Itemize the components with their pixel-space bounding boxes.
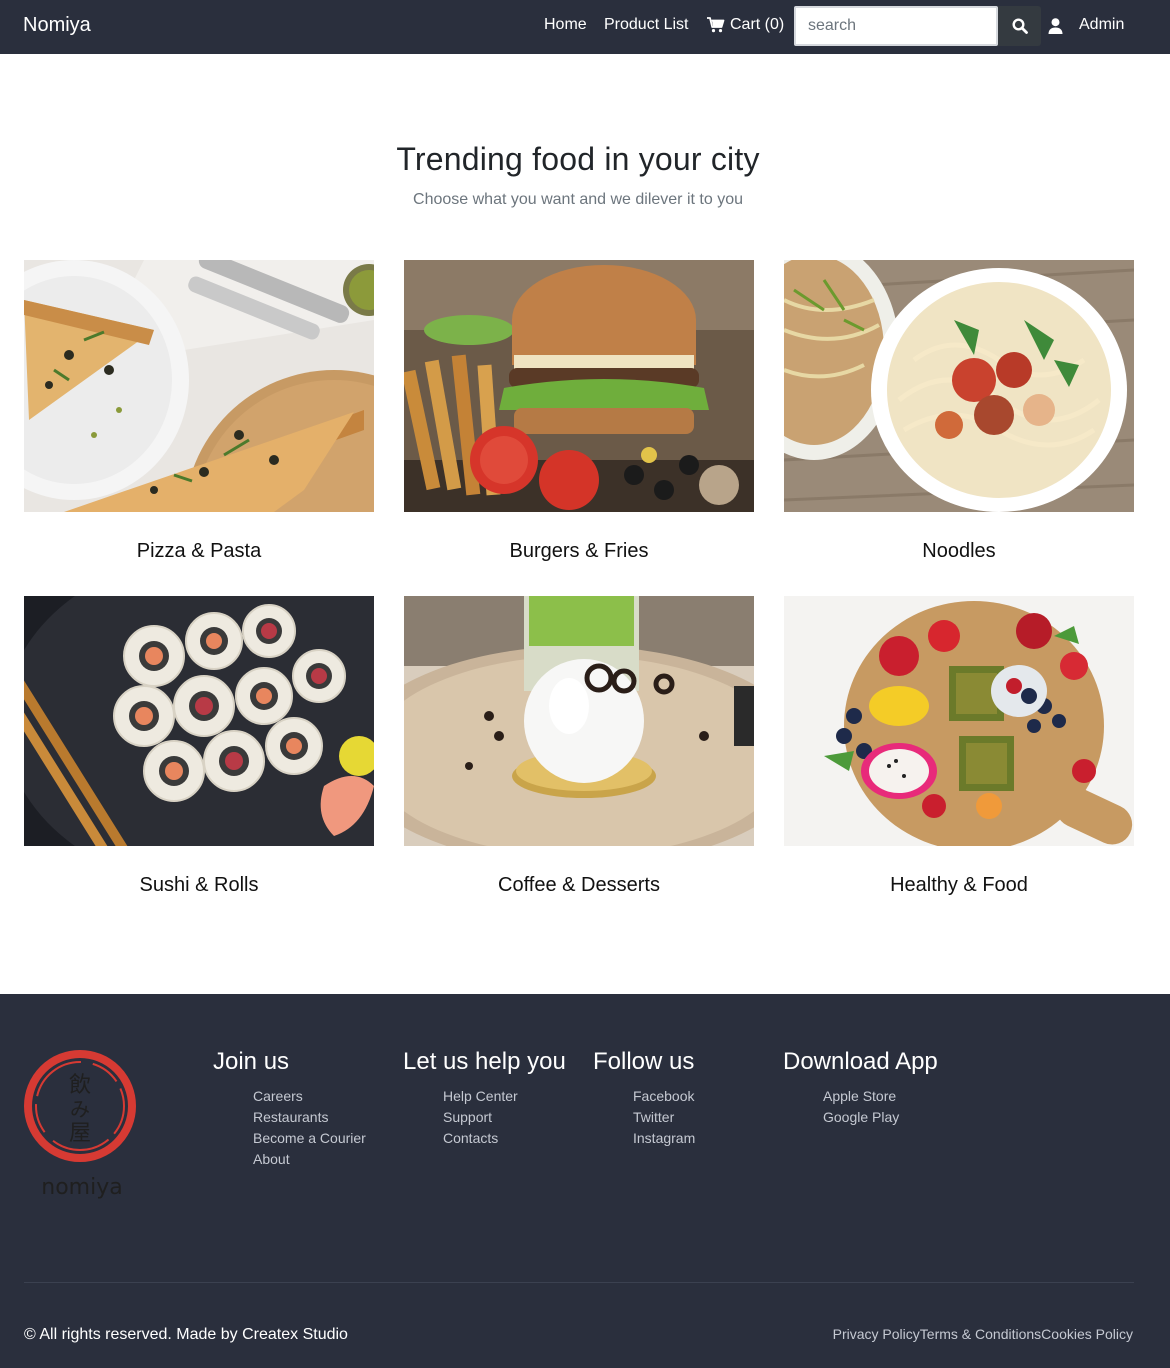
noodles-photo[interactable] <box>784 260 1134 512</box>
footer-heading: Let us help you <box>403 1048 566 1075</box>
terms-link[interactable]: Terms & Conditions <box>920 1326 1041 1342</box>
footer-link-instagram[interactable]: Instagram <box>633 1128 695 1149</box>
category-label[interactable]: Noodles <box>784 540 1134 563</box>
footer-link-help-center[interactable]: Help Center <box>443 1086 566 1107</box>
cart-label: Cart (0) <box>730 16 785 33</box>
footer-link-contacts[interactable]: Contacts <box>443 1128 566 1149</box>
svg-text:屋: 屋 <box>69 1121 91 1146</box>
search-icon <box>1011 18 1028 34</box>
category-label[interactable]: Coffee & Desserts <box>404 874 754 897</box>
site-footer: 飲 み 屋 nomiya Join us Careers Restaurants… <box>0 994 1170 1368</box>
nav-home-link[interactable]: Home <box>544 16 587 34</box>
category-label[interactable]: Burgers & Fries <box>404 540 754 563</box>
brand-link[interactable]: Nomiya <box>23 14 91 37</box>
copyright-text: © All rights reserved. Made by Createx S… <box>24 1326 348 1343</box>
search-input[interactable] <box>794 6 998 46</box>
svg-text:nomiya: nomiya <box>41 1175 122 1200</box>
footer-link-apple-store[interactable]: Apple Store <box>823 1086 938 1107</box>
nav-product-list-link[interactable]: Product List <box>604 16 688 34</box>
category-card-noodles[interactable]: Noodles <box>784 260 1134 562</box>
nomiya-logo[interactable]: 飲 み 屋 nomiya <box>22 1044 142 1214</box>
svg-text:み: み <box>70 1097 90 1121</box>
category-card-pizza[interactable]: Pizza & Pasta <box>24 260 374 562</box>
category-label[interactable]: Pizza & Pasta <box>24 540 374 563</box>
nav-admin-link[interactable]: Admin <box>1079 16 1124 34</box>
burger-photo[interactable] <box>404 260 754 512</box>
page-subtitle: Choose what you want and we dilever it t… <box>413 191 743 208</box>
category-card-sushi[interactable]: Sushi & Rolls <box>24 596 374 896</box>
footer-column-help: Let us help you Help Center Support Cont… <box>403 1048 566 1149</box>
category-label[interactable]: Healthy & Food <box>784 874 1134 897</box>
footer-heading: Join us <box>213 1048 290 1075</box>
footer-link-about[interactable]: About <box>253 1149 366 1170</box>
category-card-healthy[interactable]: Healthy & Food <box>784 596 1134 896</box>
footer-heading: Download App <box>783 1048 938 1075</box>
category-card-burgers[interactable]: Burgers & Fries <box>404 260 754 562</box>
fruit-platter-photo[interactable] <box>784 596 1134 846</box>
footer-link-twitter[interactable]: Twitter <box>633 1107 695 1128</box>
footer-link-courier[interactable]: Become a Courier <box>253 1128 366 1149</box>
category-label[interactable]: Sushi & Rolls <box>24 874 374 897</box>
search-button[interactable] <box>998 6 1041 46</box>
footer-link-facebook[interactable]: Facebook <box>633 1086 695 1107</box>
sushi-photo[interactable] <box>24 596 374 846</box>
pizza-photo[interactable] <box>24 260 374 512</box>
privacy-policy-link[interactable]: Privacy Policy <box>833 1326 920 1342</box>
svg-text:飲: 飲 <box>69 1073 91 1098</box>
footer-link-support[interactable]: Support <box>443 1107 566 1128</box>
footer-column-download: Download App Apple Store Google Play <box>783 1048 938 1128</box>
cart-icon <box>707 17 725 33</box>
dessert-photo[interactable] <box>404 596 754 846</box>
footer-heading: Follow us <box>593 1048 695 1075</box>
legal-links: Privacy PolicyTerms & ConditionsCookies … <box>833 1326 1133 1342</box>
footer-link-careers[interactable]: Careers <box>253 1086 366 1107</box>
nav-cart-link[interactable]: Cart (0) <box>707 16 784 34</box>
footer-divider <box>24 1282 1134 1283</box>
page-title: Trending food in your city <box>396 141 760 177</box>
cookies-policy-link[interactable]: Cookies Policy <box>1041 1326 1133 1342</box>
user-icon[interactable] <box>1048 18 1063 34</box>
top-navbar: Nomiya Home Product List Cart (0) Admin <box>0 0 1170 54</box>
footer-column-follow: Follow us Facebook Twitter Instagram <box>593 1048 695 1149</box>
footer-link-google-play[interactable]: Google Play <box>823 1107 938 1128</box>
footer-column-join: Join us Careers Restaurants Become a Cou… <box>213 1048 366 1170</box>
footer-link-restaurants[interactable]: Restaurants <box>253 1107 366 1128</box>
category-card-desserts[interactable]: Coffee & Desserts <box>404 596 754 896</box>
